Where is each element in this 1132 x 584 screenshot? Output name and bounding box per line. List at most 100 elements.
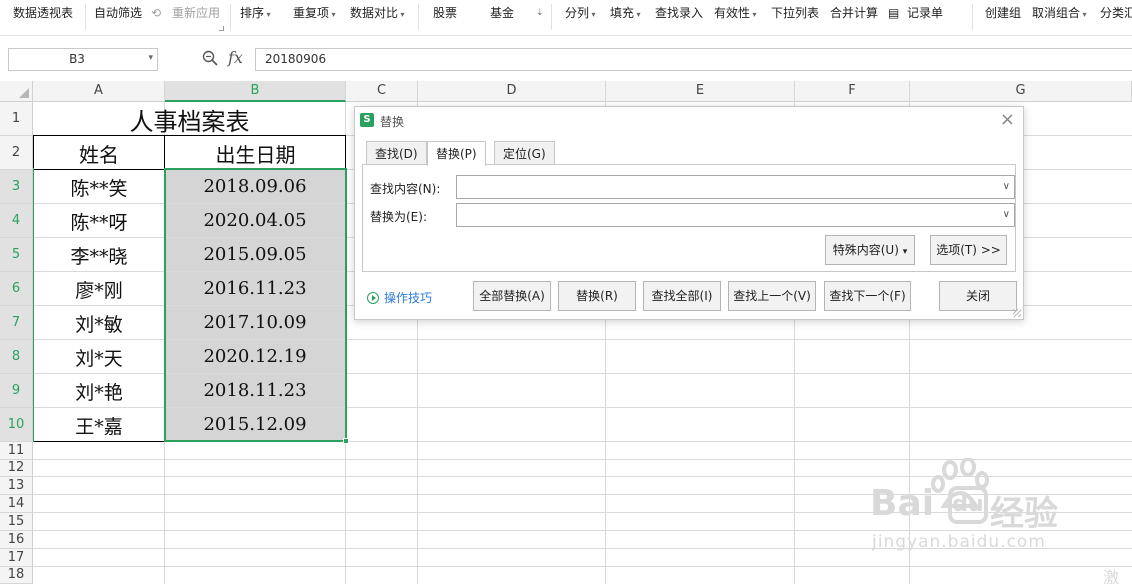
stock-button[interactable]: 股票 [433,5,457,21]
special-content-button[interactable]: 特殊内容(U) ▾ [825,235,915,265]
find-previous-button[interactable]: 查找上一个(V) [728,281,816,311]
chevron-down-icon[interactable]: ∨ [1003,209,1010,220]
row-header-6[interactable]: 6 [0,272,33,306]
tab-replace[interactable]: 替换(P) [427,141,486,166]
fill-button[interactable]: 填充 ▾ [610,5,641,23]
name-cell[interactable]: 王*嘉 [34,408,164,442]
create-group-button[interactable]: 创建组 [985,5,1021,21]
validation-button[interactable]: 有效性 ▾ [714,5,757,23]
options-button[interactable]: 选项(T) >> [930,235,1007,265]
birth-date-cell[interactable]: 2020.12.19 [165,340,345,373]
row-header-13[interactable]: 13 [0,477,33,495]
row-header-9[interactable]: 9 [0,374,33,408]
replace-label: 替换为(E): [370,210,427,224]
row-header-18[interactable]: 18 [0,567,33,584]
name-box[interactable]: B3 ▾ [8,48,158,71]
table-border [33,135,346,136]
row-header-10[interactable]: 10 [0,408,33,442]
birth-date-cell[interactable]: 2018.11.23 [165,374,345,407]
row-header-7[interactable]: 7 [0,306,33,340]
column-header-g[interactable]: G [910,81,1132,102]
row-header-15[interactable]: 15 [0,513,33,531]
auto-filter-button[interactable]: 自动筛选 [94,5,142,21]
zoom-icon[interactable] [201,49,219,67]
row-header-14[interactable]: 14 [0,495,33,513]
lookup-entry-button[interactable]: 查找录入 [655,5,703,21]
find-input[interactable]: ∨ [456,175,1015,199]
column-header-b[interactable]: B [165,81,346,102]
row-header-17[interactable]: 17 [0,549,33,567]
ungroup-button[interactable]: 取消组合 ▾ [1032,5,1087,23]
birth-date-cell[interactable]: 2018.09.06 [165,170,345,203]
tab-goto[interactable]: 定位(G) [494,141,555,165]
dialog-titlebar[interactable]: S 替换 × [355,107,1023,135]
consolidate-button[interactable]: 合并计算 [830,5,878,21]
column-header-f[interactable]: F [795,81,910,102]
sort-button[interactable]: 排序 ▾ [240,5,271,23]
birth-date-cell[interactable]: 2017.10.09 [165,306,345,339]
row-selection-edge [33,168,34,442]
subtotal-button[interactable]: 分类汇 [1100,5,1132,21]
close-icon[interactable]: × [1000,110,1015,130]
data-compare-button[interactable]: 数据对比 ▾ [350,5,405,23]
dropdown-list-button[interactable]: 下拉列表 [771,5,819,21]
birth-date-cell[interactable]: 2015.12.09 [165,408,345,441]
replace-button[interactable]: 替换(R) [558,281,636,311]
replace-input[interactable]: ∨ [456,203,1015,227]
watermark-url: jingyan.baidu.com [872,532,1046,552]
sort-label: 排序 [240,6,265,20]
birth-date-cell[interactable]: 2020.04.05 [165,204,345,237]
operation-tips-link[interactable]: 操作技巧 [367,289,432,306]
table-border [33,169,346,170]
row-header-16[interactable]: 16 [0,531,33,549]
row-header-3[interactable]: 3 [0,170,33,204]
insert-function-icon[interactable]: fx [228,48,243,67]
reapply-button[interactable]: 重新应用 [172,5,220,21]
row-header-12[interactable]: 12 [0,460,33,477]
header-name-cell[interactable]: 姓名 [33,136,165,170]
name-cell[interactable]: 刘*敏 [34,306,164,340]
pivot-table-button[interactable]: 数据透视表 [13,5,73,21]
birth-date-cell[interactable]: 2016.11.23 [165,272,345,305]
tab-find[interactable]: 查找(D) [366,141,427,165]
table-border [164,135,165,441]
row-header-11[interactable]: 11 [0,442,33,460]
column-header-e[interactable]: E [606,81,795,102]
select-all-corner[interactable] [0,81,33,102]
birth-date-cell[interactable]: 2015.09.05 [165,238,345,271]
ribbon-divider [418,4,419,30]
column-header-d[interactable]: D [418,81,606,102]
name-cell[interactable]: 刘*艳 [34,374,164,408]
watermark-brand: Bai [870,483,935,524]
name-cell[interactable]: 廖*刚 [34,272,164,306]
column-header-c[interactable]: C [346,81,418,102]
name-cell[interactable]: 陈**笑 [34,170,164,204]
ribbon-toolbar: 数据透视表 自动筛选 ⟲ 重新应用 排序 ▾ 重复项 ▾ 数据对比 ▾ 股票 基… [0,0,1132,36]
column-header-a[interactable]: A [33,81,165,102]
text-to-columns-button[interactable]: 分列 ▾ [565,5,596,23]
name-cell[interactable]: 李**晓 [34,238,164,272]
row-header-2[interactable]: 2 [0,136,33,170]
row-header-5[interactable]: 5 [0,238,33,272]
gallery-more-icon[interactable]: ⇣ [536,5,544,21]
find-all-button[interactable]: 查找全部(I) [643,281,721,311]
chevron-down-icon[interactable]: ∨ [1003,181,1010,192]
name-cell[interactable]: 陈**呀 [34,204,164,238]
record-form-button[interactable]: 记录单 [907,5,943,21]
duplicates-button[interactable]: 重复项 ▾ [293,5,336,23]
replace-all-button[interactable]: 全部替换(A) [473,281,551,311]
sheet-title-cell[interactable]: 人事档案表 [33,102,346,136]
fund-button[interactable]: 基金 [490,5,514,21]
resize-grip-icon[interactable] [1013,309,1021,317]
row-header-4[interactable]: 4 [0,204,33,238]
row-header-1[interactable]: 1 [0,102,33,136]
header-date-cell[interactable]: 出生日期 [165,136,346,170]
special-content-label: 特殊内容(U) [832,243,899,257]
close-button[interactable]: 关闭 [939,281,1017,311]
replace-dialog: S 替换 × 查找(D) 替换(P) 定位(G) 查找内容(N): ∨ 替换为(… [354,106,1024,320]
name-cell[interactable]: 刘*天 [34,340,164,374]
row-header-8[interactable]: 8 [0,340,33,374]
formula-input[interactable]: 20180906 [255,48,1132,71]
find-next-button[interactable]: 查找下一个(F) [824,281,911,311]
fill-handle[interactable] [343,438,349,444]
